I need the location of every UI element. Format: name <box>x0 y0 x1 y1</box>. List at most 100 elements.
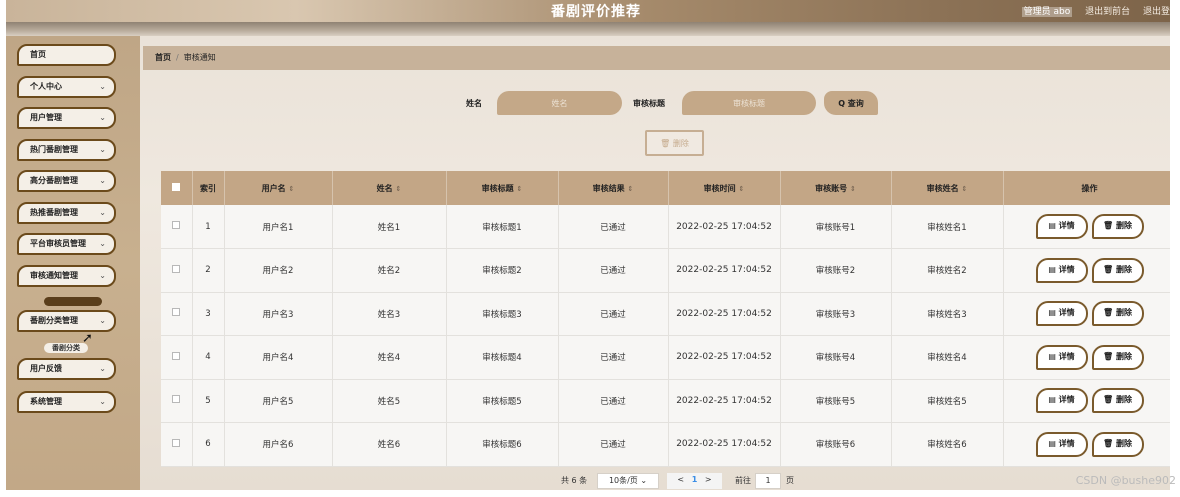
select-all-checkbox[interactable] <box>172 183 181 191</box>
header-account-label: 审核账号 <box>815 183 848 193</box>
sidebar-item-1[interactable]: 首页 <box>17 44 116 66</box>
detail-button[interactable]: ▤ 详情 <box>1035 214 1088 239</box>
cell-title: 审核标题4 <box>446 335 559 380</box>
breadcrumb-home[interactable]: 首页 <box>155 53 171 62</box>
header-select-all[interactable] <box>161 171 193 205</box>
sidebar-item-6[interactable]: 热推番剧管理 ⌄ <box>17 202 116 224</box>
page-size-select[interactable]: 10条/页 ⌄ <box>597 473 659 489</box>
header-time-label: 审核时间 <box>703 183 736 193</box>
row-select-cell[interactable] <box>161 292 193 336</box>
header-reviewer[interactable]: 审核姓名 ⇕ <box>891 171 1004 205</box>
delete-button[interactable]: 🗑 删除 <box>1091 431 1144 457</box>
delete-button[interactable]: 🗑 删除 <box>1091 388 1144 414</box>
total-count: 共 6 条 <box>561 476 588 485</box>
row-checkbox[interactable] <box>172 308 181 317</box>
sidebar-item-3[interactable]: 用户管理 ⌄ <box>17 107 116 129</box>
row-select-cell[interactable] <box>161 205 193 249</box>
top-bar: 番剧评价推荐 管理员 abo 退出到前台 退出登 <box>6 0 1170 22</box>
sort-icon[interactable]: ⇕ <box>516 185 522 193</box>
detail-button[interactable]: ▤ 详情 <box>1035 344 1088 370</box>
logout-link[interactable]: 退出登 <box>1143 7 1170 17</box>
cell-reviewer: 审核姓名3 <box>891 292 1004 336</box>
header-name[interactable]: 姓名 ⇕ <box>332 171 447 205</box>
detail-button[interactable]: ▤ 详情 <box>1035 388 1088 414</box>
sidebar-item-2[interactable]: 个人中心 ⌄ <box>17 76 116 98</box>
row-checkbox[interactable] <box>172 438 181 447</box>
query-button[interactable]: Q 查询 <box>824 91 878 115</box>
row-checkbox[interactable] <box>172 395 181 404</box>
row-checkbox[interactable] <box>172 264 181 273</box>
sidebar-item-7[interactable]: 平台审核员管理 ⌄ <box>17 233 116 255</box>
header-result-label: 审核结果 <box>592 183 625 193</box>
header-shadow-bar <box>6 22 1170 36</box>
delete-button[interactable]: 🗑 删除 <box>1091 344 1144 370</box>
detail-button[interactable]: ▤ 详情 <box>1035 301 1088 327</box>
detail-button[interactable]: ▤ 详情 <box>1035 257 1088 283</box>
cell-reviewer: 审核姓名5 <box>891 379 1004 423</box>
current-page[interactable]: 1 <box>692 475 698 484</box>
chevron-down-icon: ⌄ <box>99 364 106 373</box>
cell-index: 6 <box>192 422 225 467</box>
cell-title: 审核标题5 <box>446 379 559 423</box>
row-select-cell[interactable] <box>161 248 193 293</box>
row-select-cell[interactable] <box>161 379 193 423</box>
row-select-cell[interactable] <box>161 422 193 467</box>
delete-button[interactable]: 🗑 删除 <box>1091 301 1144 327</box>
cell-title: 审核标题3 <box>446 292 559 336</box>
next-page-button[interactable]: > <box>705 475 712 484</box>
cell-result: 已通过 <box>558 248 669 293</box>
batch-delete-button[interactable]: 🗑 删除 <box>645 130 704 156</box>
name-search-input[interactable] <box>497 91 622 115</box>
cell-username: 用户名3 <box>224 292 333 336</box>
sidebar-item-8[interactable]: 审核通知管理 ⌄ <box>17 265 116 287</box>
cell-time: 2022-02-25 17:04:52 <box>668 379 781 423</box>
sidebar <box>6 36 140 490</box>
sort-icon[interactable]: ⇕ <box>288 185 294 193</box>
user-area: 管理员 abo 退出到前台 退出登 <box>1012 4 1170 17</box>
header-title[interactable]: 审核标题 ⇕ <box>446 171 559 205</box>
sort-icon[interactable]: ⇕ <box>395 185 401 193</box>
row-select-cell[interactable] <box>161 335 193 380</box>
chevron-down-icon: ⌄ <box>99 316 106 325</box>
sidebar-item-4[interactable]: 热门番剧管理 ⌄ <box>17 139 116 161</box>
goto-page-input[interactable]: 1 <box>755 473 781 489</box>
header-username[interactable]: 用户名 ⇕ <box>224 171 333 205</box>
mouse-cursor-icon: ➚ <box>82 331 93 346</box>
cell-title: 审核标题2 <box>446 248 559 293</box>
header-name-label: 姓名 <box>376 183 393 193</box>
table-row: 5 用户名5 姓名5 审核标题5 已通过 2022-02-25 17:04:52 审核账号5… <box>161 379 1170 423</box>
sort-icon[interactable]: ⇕ <box>627 185 633 193</box>
cell-title: 审核标题1 <box>446 205 559 249</box>
sidebar-item-5[interactable]: 高分番剧管理 ⌄ <box>17 170 116 192</box>
sidebar-item-10[interactable]: 用户反馈 ⌄ <box>17 358 116 380</box>
back-to-front-link[interactable]: 退出到前台 <box>1085 7 1130 17</box>
breadcrumb-current: 审核通知 <box>183 53 216 62</box>
delete-button[interactable]: 🗑 删除 <box>1091 214 1144 239</box>
sidebar-item-11[interactable]: 系统管理 ⌄ <box>17 391 116 413</box>
sort-icon[interactable]: ⇕ <box>961 185 967 193</box>
title-search-input[interactable] <box>682 91 816 115</box>
cell-result: 已通过 <box>558 205 669 249</box>
cell-account: 审核账号5 <box>780 379 892 423</box>
header-account[interactable]: 审核账号 ⇕ <box>780 171 892 205</box>
cell-actions: ▤ 详情 🗑 删除 <box>1003 205 1170 249</box>
prev-page-button[interactable]: < <box>677 475 684 484</box>
detail-button[interactable]: ▤ 详情 <box>1035 431 1088 457</box>
cell-time: 2022-02-25 17:04:52 <box>668 205 781 249</box>
sidebar-item-9[interactable]: 番剧分类管理 ⌄ <box>17 310 116 332</box>
cell-actions: ▤ 详情 🗑 删除 <box>1003 248 1170 293</box>
sort-icon[interactable]: ⇕ <box>738 185 744 193</box>
row-checkbox[interactable] <box>172 351 181 360</box>
delete-button[interactable]: 🗑 删除 <box>1091 257 1144 283</box>
sidebar-item-label: 系统管理 <box>30 397 62 406</box>
sort-icon[interactable]: ⇕ <box>850 185 856 193</box>
header-result[interactable]: 审核结果 ⇕ <box>558 171 669 205</box>
row-checkbox[interactable] <box>172 221 181 229</box>
header-time[interactable]: 审核时间 ⇕ <box>668 171 781 205</box>
table-row: 2 用户名2 姓名2 审核标题2 已通过 2022-02-25 17:04:52 审核账号2… <box>161 248 1170 293</box>
cell-index: 2 <box>192 248 225 293</box>
table-row: 4 用户名4 姓名4 审核标题4 已通过 2022-02-25 17:04:52 审核账号4… <box>161 335 1170 380</box>
sidebar-item-label: 热推番剧管理 <box>30 208 78 217</box>
review-table: 索引 用户名 ⇕ 姓名 ⇕ 审核标题 ⇕ 审核结果 ⇕ 审核时间 ⇕ 审核账号 … <box>161 171 1170 467</box>
sidebar-item-label: 番剧分类管理 <box>30 316 78 325</box>
